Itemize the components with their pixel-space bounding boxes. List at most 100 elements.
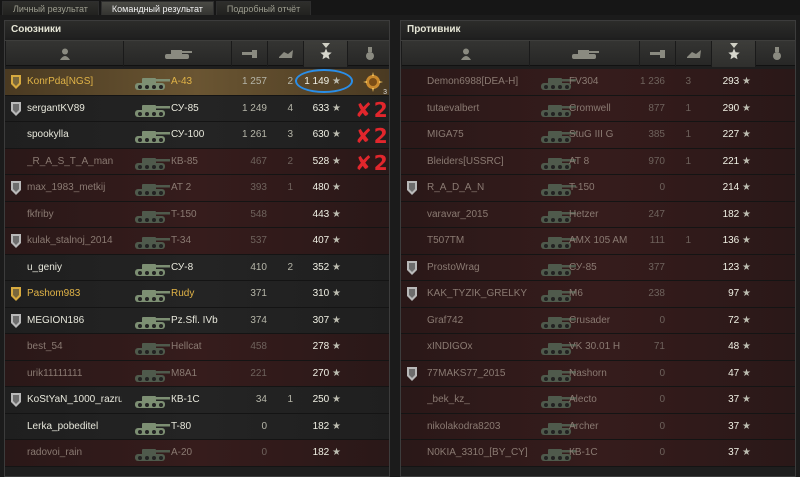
player-row[interactable]: Pashom983 Rudy 371 310 ★ xyxy=(5,281,389,308)
header-star-column[interactable] xyxy=(303,41,347,67)
player-row[interactable]: N0KIA_3310_[BY_CY] КВ-1С 0 37 ★ xyxy=(401,440,795,467)
player-row[interactable]: best_54 Hellcat 458 278 ★ xyxy=(5,334,389,361)
header-gun-column[interactable] xyxy=(639,41,675,67)
player-name[interactable]: KoStYaN_1000_razru.. xyxy=(27,387,122,413)
score-value: 182 xyxy=(312,420,330,432)
damage-value: 1 261 xyxy=(241,129,267,140)
player-name[interactable]: Graf742 xyxy=(427,308,527,334)
player-row[interactable]: tutaevalbert Cromwell 877 1 290 ★ xyxy=(401,95,795,122)
player-name[interactable]: R_A_D_A_N xyxy=(427,175,527,201)
kills-value: 1 xyxy=(685,235,691,246)
player-row[interactable]: ProstoWrag СУ-85 377 123 ★ xyxy=(401,254,795,281)
vehicle-name: StuG III G xyxy=(569,129,614,140)
player-row[interactable]: fkfriby T-150 548 443 ★ xyxy=(5,201,389,228)
player-name[interactable]: MIGA75 xyxy=(427,122,527,148)
header-person-column[interactable] xyxy=(5,41,123,67)
player-row[interactable]: Graf742 Crusader 0 72 ★ xyxy=(401,307,795,334)
kills-value xyxy=(669,255,691,281)
player-row[interactable]: KAK_TYZIK_GRELKY M6 238 97 ★ xyxy=(401,281,795,308)
score-value: 37 xyxy=(728,420,740,432)
player-row[interactable]: sergantKV89 СУ-85 1 249 4 633 ★ ✘ 2 xyxy=(5,95,389,122)
cross-mark-icon: ✘ xyxy=(355,150,372,175)
header-medal-column[interactable] xyxy=(755,41,797,67)
vehicle-name: A-43 xyxy=(171,76,193,87)
player-row[interactable]: kulak_stalnoj_2014 T-34 537 407 ★ xyxy=(5,228,389,255)
player-name[interactable]: fkfriby xyxy=(27,202,122,228)
player-name[interactable]: _bek_kz_ xyxy=(427,387,527,413)
player-name[interactable]: varavar_2015 xyxy=(427,202,527,228)
kills-value xyxy=(271,202,293,228)
annotation-mark: ✘ 2 xyxy=(355,150,388,175)
player-name[interactable]: nikolakodra8203 xyxy=(427,414,527,440)
star-icon: ★ xyxy=(329,261,341,273)
player-name[interactable]: max_1983_metkij xyxy=(27,175,122,201)
player-row[interactable]: spookylla СУ-100 1 261 3 630 ★ ✘ 2 xyxy=(5,122,389,149)
score-cell: 443 ★ xyxy=(297,202,341,228)
player-name[interactable]: best_54 xyxy=(27,334,122,360)
rank-badge-icon xyxy=(11,313,21,328)
player-name[interactable]: _R_A_S_T_A_man xyxy=(27,149,122,175)
tank-icon xyxy=(135,157,170,170)
header-tank-column[interactable] xyxy=(529,41,639,67)
score-cell: 250 ★ xyxy=(297,387,341,413)
header-star-column[interactable] xyxy=(711,41,755,67)
kills-value: 3 xyxy=(685,76,691,87)
vehicle-name: FV304 xyxy=(569,76,599,87)
player-row[interactable]: _bek_kz_ Alecto 0 37 ★ xyxy=(401,387,795,414)
player-row[interactable]: KonrPda[NGS] A-43 1 257 2 1 149 ★ 3 xyxy=(5,69,389,96)
player-row[interactable]: MEGION186 Pz.Sfl. IVb 374 307 ★ xyxy=(5,307,389,334)
player-name[interactable]: xINDIGOx xyxy=(427,334,527,360)
header-medal-column[interactable] xyxy=(347,41,391,67)
player-name[interactable]: ProstoWrag xyxy=(427,255,527,281)
kills-value: 1 xyxy=(685,129,691,140)
player-row[interactable]: max_1983_metkij AT 2 393 1 480 ★ xyxy=(5,175,389,202)
tab-team-result[interactable]: Командный результат xyxy=(100,1,214,15)
player-row[interactable]: T507TM AMX 105 AM 111 1 136 ★ xyxy=(401,228,795,255)
player-name[interactable]: Pashom983 xyxy=(27,281,122,307)
header-tank-column[interactable] xyxy=(123,41,231,67)
header-gun-column[interactable] xyxy=(231,41,267,67)
player-row[interactable]: Bleiders[USSRC] AT 8 970 1 221 ★ xyxy=(401,148,795,175)
player-name[interactable]: Bleiders[USSRC] xyxy=(427,149,527,175)
player-row[interactable]: _R_A_S_T_A_man КВ-85 467 2 528 ★ ✘ 2 xyxy=(5,148,389,175)
tab-detailed-report[interactable]: Подробный отчёт xyxy=(215,1,312,15)
player-name[interactable]: 77MAKS77_2015 xyxy=(427,361,527,387)
player-name[interactable]: spookylla xyxy=(27,122,122,148)
player-row[interactable]: xINDIGOx VK 30.01 H 71 48 ★ xyxy=(401,334,795,361)
score-value: 136 xyxy=(722,235,740,246)
player-row[interactable]: varavar_2015 Hetzer 247 182 ★ xyxy=(401,201,795,228)
player-name[interactable]: N0KIA_3310_[BY_CY] xyxy=(427,440,527,466)
player-row[interactable]: urik11111111 M8A1 221 270 ★ xyxy=(5,360,389,387)
player-name[interactable]: KonrPda[NGS] xyxy=(27,69,122,95)
player-row[interactable]: Demon6988[DEA-H] FV304 1 236 3 293 ★ xyxy=(401,69,795,96)
player-row[interactable]: radovoi_rain A-20 0 182 ★ xyxy=(5,440,389,467)
header-person-column[interactable] xyxy=(401,41,529,67)
player-row[interactable]: 77MAKS77_2015 Nashorn 0 47 ★ xyxy=(401,360,795,387)
header-destroyed-tank-column[interactable] xyxy=(675,41,711,67)
medal-icon[interactable]: 3 xyxy=(362,71,387,96)
player-row[interactable]: u_geniy СУ-8 410 2 352 ★ xyxy=(5,254,389,281)
player-row[interactable]: MIGA75 StuG III G 385 1 227 ★ xyxy=(401,122,795,149)
player-name[interactable]: T507TM xyxy=(427,228,527,254)
player-name[interactable]: tutaevalbert xyxy=(427,96,527,122)
player-row[interactable]: Lerka_pobeditel T-80 0 182 ★ xyxy=(5,413,389,440)
player-row[interactable]: KoStYaN_1000_razru.. КВ-1С 34 1 250 ★ xyxy=(5,387,389,414)
player-name[interactable]: MEGION186 xyxy=(27,308,122,334)
header-destroyed-tank-column[interactable] xyxy=(267,41,303,67)
player-name[interactable]: sergantKV89 xyxy=(27,96,122,122)
player-name[interactable]: kulak_stalnoj_2014 xyxy=(27,228,122,254)
damage-value: 377 xyxy=(648,261,665,273)
player-name[interactable]: KAK_TYZIK_GRELKY xyxy=(427,281,527,307)
player-name[interactable]: radovoi_rain xyxy=(27,440,122,466)
player-name[interactable]: urik11111111 xyxy=(27,361,122,387)
star-icon: ★ xyxy=(739,76,751,87)
player-name[interactable]: Lerka_pobeditel xyxy=(27,414,122,440)
score-cell: 630 ★ xyxy=(297,122,341,148)
player-name[interactable]: u_geniy xyxy=(27,255,122,281)
player-row[interactable]: nikolakodra8203 Archer 0 37 ★ xyxy=(401,413,795,440)
tab-personal-result[interactable]: Личный результат xyxy=(2,1,99,15)
player-row[interactable]: R_A_D_A_N T-150 0 214 ★ xyxy=(401,175,795,202)
vehicle-name: КВ-1С xyxy=(171,394,200,405)
vehicle-name: Nashorn xyxy=(569,367,607,379)
player-name[interactable]: Demon6988[DEA-H] xyxy=(427,69,527,95)
